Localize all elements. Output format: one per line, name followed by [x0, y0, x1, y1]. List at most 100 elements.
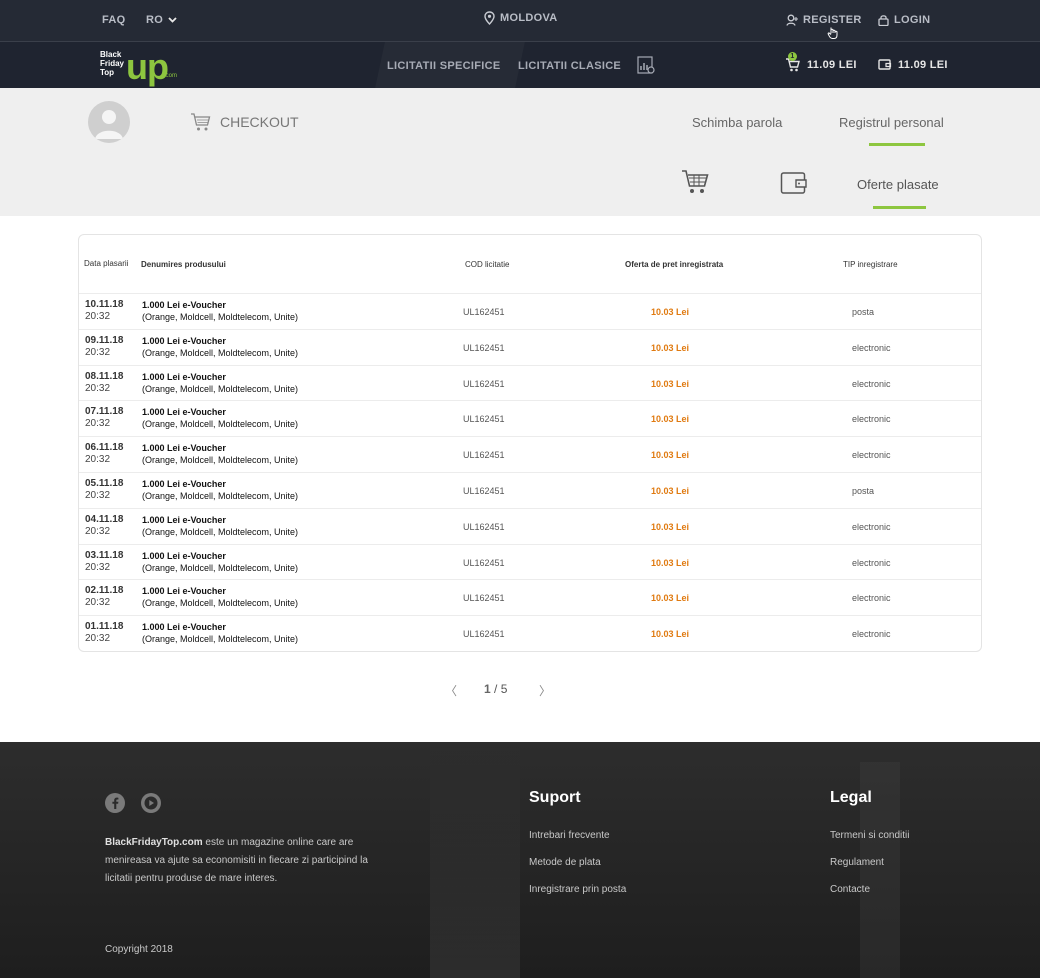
row-date: 08.11.18 20:32 [85, 371, 123, 395]
hand-cursor-icon [827, 27, 838, 39]
row-product-operators: (Orange, Moldcell, Moldtelecom, Unite) [142, 526, 299, 537]
row-time-value: 20:32 [85, 525, 111, 537]
row-product-name: 1.000 Lei e-Voucher [142, 586, 226, 597]
pagination-prev[interactable]: 〈 [445, 682, 457, 699]
row-tip: posta [852, 307, 875, 317]
footer-link-intrebari[interactable]: Intrebari frecvente [529, 830, 610, 841]
stats-link[interactable] [636, 55, 656, 75]
row-time-value: 20:32 [85, 633, 111, 645]
row-cod: UL162451 [463, 593, 505, 604]
row-date: 10.11.18 20:32 [85, 299, 123, 323]
row-tip: electronic [852, 414, 891, 425]
logo-small-text: Black Friday Top [100, 50, 124, 77]
row-time-value: 20:32 [85, 490, 111, 501]
row-time-value: 20:32 [85, 597, 111, 609]
row-date-value: 01.11.18 [85, 621, 124, 633]
row-price: 10.03 Lei [651, 307, 690, 317]
facebook-icon[interactable] [104, 792, 126, 814]
row-date: 04.11.18 20:32 [85, 514, 123, 538]
nav-licitatii-specifice[interactable]: LICITATII SPECIFICE [387, 60, 500, 72]
checkout-label: CHECKOUT [220, 114, 299, 130]
tab-cart[interactable] [681, 168, 711, 201]
faq-label: FAQ [102, 14, 126, 26]
row-product-name: 1.000 Lei e-Voucher [142, 443, 226, 454]
location-pin-icon [484, 11, 495, 25]
logo-line-3: Top [100, 68, 115, 77]
language-selector[interactable]: RO [146, 14, 177, 26]
tab-wallet[interactable] [780, 170, 808, 201]
row-time-value: 20:32 [85, 382, 111, 394]
chevron-down-icon [168, 17, 177, 23]
wallet-outline-icon [780, 172, 807, 194]
footer-link-contacte[interactable]: Contacte [830, 884, 870, 895]
row-product: 1.000 Lei e-Voucher (Orange, Moldcell, Mo… [142, 621, 298, 645]
row-product-name: 1.000 Lei e-Voucher [142, 479, 226, 489]
user-icon [786, 14, 798, 26]
row-product: 1.000 Lei e-Voucher (Orange, Moldcell, Mo… [142, 585, 298, 609]
login-link[interactable]: LOGIN [878, 14, 930, 26]
footer-link-metode-plata[interactable]: Metode de plata [529, 857, 601, 868]
logo-line-1: Black [100, 50, 122, 59]
footer-link-regulament[interactable]: Regulament [830, 857, 884, 868]
logo-line-2: Friday [100, 59, 125, 68]
cart-outline-icon [191, 113, 211, 131]
row-product-operators: (Orange, Moldcell, Moldtelecom, Unite) [142, 491, 299, 501]
row-price: 10.03 Lei [651, 378, 690, 389]
registrul-personal-link[interactable]: Registrul personal [839, 115, 944, 130]
nav-licitatii-clasice-label: LICITATII CLASICE [518, 60, 622, 72]
login-label: LOGIN [894, 14, 931, 26]
header-tip: TIP inregistrare [843, 259, 898, 269]
table-row: 03.11.18 20:32 1.000 Lei e-Voucher (Orange,… [79, 543, 981, 580]
pagination-status: 1 / 5 [484, 682, 507, 696]
row-product-operators: (Orange, Moldcell, Moldtelecom, Unite) [142, 347, 299, 358]
youtube-icon[interactable] [140, 792, 162, 814]
tab-oferte-plasate[interactable]: Oferte plasate [857, 177, 939, 192]
wallet-balance[interactable]: 11.09 LEI [878, 58, 948, 71]
row-time-value: 20:32 [85, 311, 111, 322]
location-selector[interactable]: MOLDOVA [484, 11, 558, 25]
footer-link-inregistrare-posta[interactable]: Inregistrare prin posta [529, 884, 626, 895]
logo-com: .com [164, 73, 178, 79]
table-row: 04.11.18 20:32 1.000 Lei e-Voucher (Orange,… [79, 507, 981, 544]
registrul-personal-underline [869, 143, 925, 146]
oferte-plasate-underline [873, 206, 926, 209]
row-date: 03.11.18 20:32 [85, 550, 123, 574]
table-row: 06.11.18 20:32 1.000 Lei e-Voucher (Orange,… [79, 436, 981, 472]
nav-licitatii-clasice[interactable]: LICITATII CLASICE [518, 60, 621, 72]
avatar[interactable] [88, 101, 130, 143]
footer-link-termeni[interactable]: Termeni si conditii [830, 830, 909, 841]
row-tip: electronic [852, 521, 891, 532]
row-date: 06.11.18 20:32 [85, 442, 123, 466]
row-product: 1.000 Lei e-Voucher (Orange, Moldcell, Mo… [142, 442, 298, 466]
faq-link[interactable]: FAQ [102, 14, 126, 26]
site-logo[interactable]: Black Friday Top up .com [100, 49, 178, 85]
cart-count-badge: 1 [788, 52, 797, 61]
row-product-name: 1.000 Lei e-Voucher [142, 407, 226, 418]
chart-document-icon [637, 56, 655, 74]
lock-icon [878, 15, 889, 26]
checkout-link[interactable]: CHECKOUT [190, 112, 299, 132]
row-cod: UL162451 [463, 521, 505, 532]
row-time-value: 20:32 [85, 454, 111, 466]
register-link[interactable]: REGISTER [786, 14, 862, 26]
row-product-operators: (Orange, Moldcell, Moldtelecom, Unite) [142, 562, 299, 573]
row-product: 1.000 Lei e-Voucher (Orange, Moldcell, Mo… [142, 514, 298, 538]
row-product-name: 1.000 Lei e-Voucher [142, 371, 226, 382]
schimba-parola-link[interactable]: Schimba parola [692, 115, 782, 130]
cart-amount: 11.09 LEI [807, 59, 857, 71]
header-date: Data plasarii [84, 259, 129, 268]
user-avatar-icon [95, 110, 123, 139]
row-product-name: 1.000 Lei e-Voucher [142, 300, 226, 310]
pagination-separator: / [490, 682, 501, 696]
pagination-next[interactable]: 〉 [539, 682, 551, 699]
table-row: 09.11.18 20:32 1.000 Lei e-Voucher (Orange,… [79, 328, 981, 365]
row-cod: UL162451 [463, 307, 505, 317]
row-cod: UL162451 [463, 414, 505, 425]
footer-suport-title: Suport [529, 789, 581, 806]
cart-balance[interactable]: 1 11.09 LEI [785, 52, 857, 73]
language-label: RO [146, 14, 164, 26]
row-price: 10.03 Lei [651, 450, 690, 461]
row-price: 10.03 Lei [651, 342, 690, 353]
row-time-value: 20:32 [85, 346, 111, 358]
row-tip: electronic [852, 450, 891, 461]
